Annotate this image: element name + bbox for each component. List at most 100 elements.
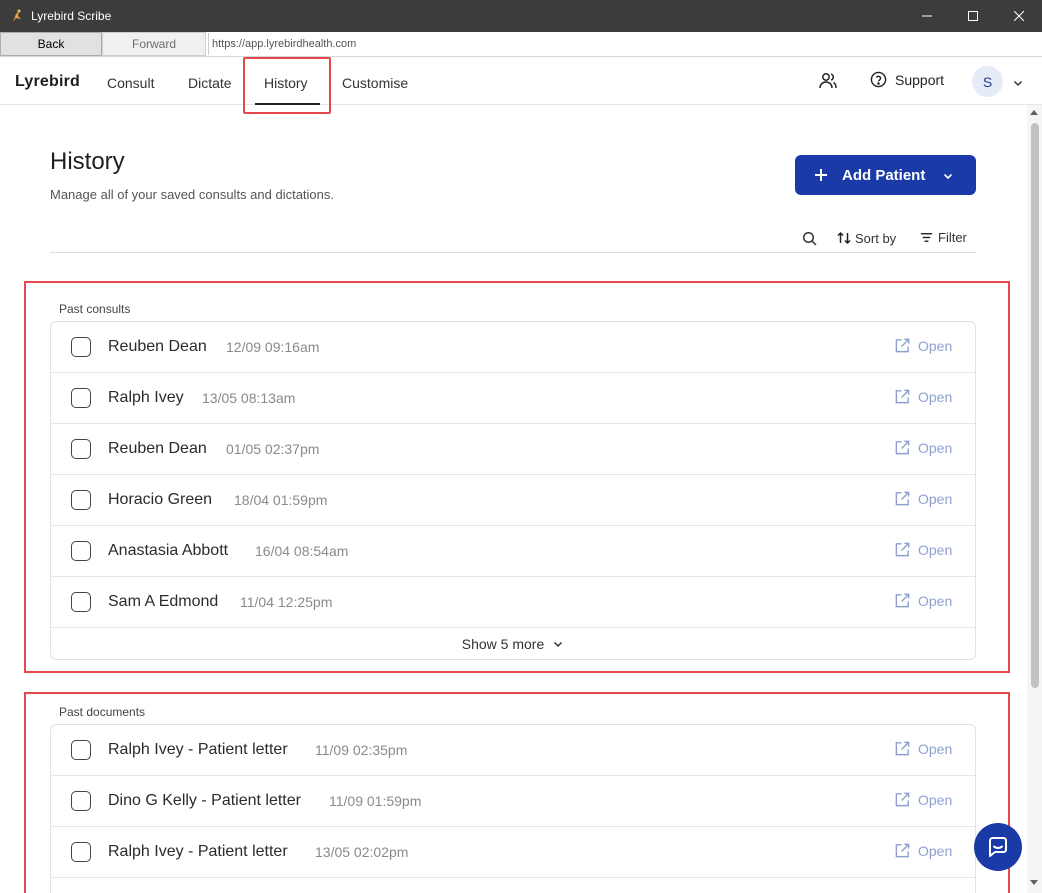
open-label: Open <box>918 740 953 757</box>
filter-icon <box>920 233 933 242</box>
row-checkbox[interactable] <box>71 740 91 760</box>
maximize-button[interactable] <box>950 0 996 32</box>
table-row[interactable]: Ralph Ivey - Patient letter 11/09 02:35p… <box>51 725 975 776</box>
open-link[interactable]: Open <box>894 337 952 354</box>
sort-button[interactable]: Sort by <box>836 230 896 246</box>
maximize-icon <box>968 11 978 21</box>
open-label: Open <box>918 791 953 808</box>
tab-consult[interactable]: Consult <box>107 75 154 91</box>
row-checkbox[interactable] <box>71 337 91 357</box>
patient-name: Reuben Dean <box>108 338 207 355</box>
external-link-icon <box>895 593 910 608</box>
chevron-down-icon <box>943 173 953 180</box>
document-time: 11/09 02:35pm <box>315 742 408 758</box>
past-consults-label: Past consults <box>59 302 131 316</box>
row-checkbox[interactable] <box>71 842 91 862</box>
search-icon[interactable] <box>802 231 818 247</box>
open-link[interactable]: Open <box>894 388 952 405</box>
past-documents-label: Past documents <box>59 705 146 719</box>
past-consults-card: Reuben Dean 12/09 09:16am Open Ralph Ive… <box>50 321 976 660</box>
tab-customise[interactable]: Customise <box>342 75 408 91</box>
open-label: Open <box>918 388 953 405</box>
close-button[interactable] <box>996 0 1042 32</box>
table-row[interactable]: Ralph Ivey - Patient letter 13/05 02:02p… <box>51 827 975 878</box>
patient-name: Anastasia Abbott <box>108 542 229 559</box>
chat-support-button[interactable] <box>974 823 1022 871</box>
past-documents-card: Ralph Ivey - Patient letter 11/09 02:35p… <box>50 724 976 893</box>
open-link[interactable]: Open <box>894 592 952 609</box>
open-link[interactable]: Open <box>894 439 952 456</box>
show-more-button[interactable]: Show 5 more <box>51 628 975 659</box>
support-label: Support <box>895 71 945 88</box>
app-header: Lyrebird Consult Dictate History Customi… <box>0 57 1042 105</box>
plus-icon <box>815 169 827 181</box>
scroll-thumb[interactable] <box>1031 123 1039 688</box>
document-name: Ralph Ivey - Patient letter <box>108 843 288 860</box>
window-titlebar: Lyrebird Scribe <box>0 0 1042 32</box>
table-row[interactable]: Reuben Dean 01/05 02:37pm Open <box>51 424 975 475</box>
external-link-icon <box>895 843 910 858</box>
row-checkbox[interactable] <box>71 592 91 612</box>
chevron-down-icon[interactable] <box>1012 76 1024 88</box>
open-link[interactable]: Open <box>894 541 952 558</box>
consult-time: 13/05 08:13am <box>202 390 296 406</box>
open-link[interactable]: Open <box>894 842 952 859</box>
open-label: Open <box>918 541 953 558</box>
table-row[interactable]: Ralph Ivey 13/05 08:13am Open <box>51 373 975 424</box>
table-row[interactable]: Dino G Kelly - Patient letter 11/09 01:5… <box>51 776 975 827</box>
open-link[interactable]: Open <box>894 791 952 808</box>
patient-name: Horacio Green <box>108 491 213 508</box>
back-button[interactable]: Back <box>0 32 102 56</box>
team-icon[interactable] <box>818 71 838 91</box>
chevron-down-icon <box>554 641 563 648</box>
scroll-up-arrow[interactable] <box>1030 110 1038 115</box>
window-title: Lyrebird Scribe <box>31 9 112 23</box>
open-label: Open <box>918 592 953 609</box>
consult-time: 12/09 09:16am <box>226 339 320 355</box>
open-link[interactable]: Open <box>894 740 952 757</box>
consult-time: 11/04 12:25pm <box>240 594 333 610</box>
sort-icon <box>837 231 851 245</box>
patient-name: Sam A Edmond <box>108 593 219 610</box>
consult-time: 18/04 01:59pm <box>234 492 328 508</box>
external-link-icon <box>895 440 910 455</box>
table-row[interactable]: Horacio Green 18/04 01:59pm Open <box>51 475 975 526</box>
table-row[interactable]: Sam A Edmond 11/04 12:25pm Open <box>51 577 975 628</box>
show-more-label: Show 5 more <box>461 636 545 652</box>
row-checkbox[interactable] <box>71 490 91 510</box>
avatar[interactable]: S <box>972 66 1003 97</box>
page-subtitle: Manage all of your saved consults and di… <box>50 187 335 202</box>
document-name: Ralph Ivey - Patient letter <box>108 741 288 758</box>
filter-label: Filter <box>938 230 967 245</box>
open-label: Open <box>918 337 953 354</box>
help-icon <box>870 71 887 88</box>
table-row[interactable]: Anastasia Abbott 16/04 08:54am Open <box>51 526 975 577</box>
scroll-down-arrow[interactable] <box>1030 880 1038 885</box>
brand-logo[interactable]: Lyrebird <box>15 73 80 91</box>
toolbar-divider <box>50 252 976 253</box>
consult-time: 01/05 02:37pm <box>226 441 320 457</box>
url-field[interactable]: https://app.lyrebirdhealth.com <box>208 33 356 55</box>
filter-button[interactable]: Filter <box>919 230 967 245</box>
support-button[interactable]: Support <box>870 71 944 88</box>
row-checkbox[interactable] <box>71 791 91 811</box>
document-time: 11/09 01:59pm <box>329 793 422 809</box>
table-row[interactable]: Reuben Dean 12/09 09:16am Open <box>51 322 975 373</box>
page-title: History <box>50 148 125 175</box>
row-checkbox[interactable] <box>71 388 91 408</box>
row-checkbox[interactable] <box>71 541 91 561</box>
add-patient-label: Add Patient <box>842 166 926 184</box>
open-label: Open <box>918 842 953 859</box>
tab-dictate[interactable]: Dictate <box>188 75 232 91</box>
external-link-icon <box>895 491 910 506</box>
close-icon <box>1014 11 1024 21</box>
browser-navbar: Back Forward https://app.lyrebirdhealth.… <box>0 32 1042 57</box>
row-checkbox[interactable] <box>71 439 91 459</box>
add-patient-button[interactable]: Add Patient <box>795 155 976 195</box>
external-link-icon <box>895 741 910 756</box>
minimize-button[interactable] <box>904 0 950 32</box>
patient-name: Ralph Ivey <box>108 389 184 406</box>
external-link-icon <box>895 542 910 557</box>
forward-button[interactable]: Forward <box>102 32 206 56</box>
open-link[interactable]: Open <box>894 490 952 507</box>
